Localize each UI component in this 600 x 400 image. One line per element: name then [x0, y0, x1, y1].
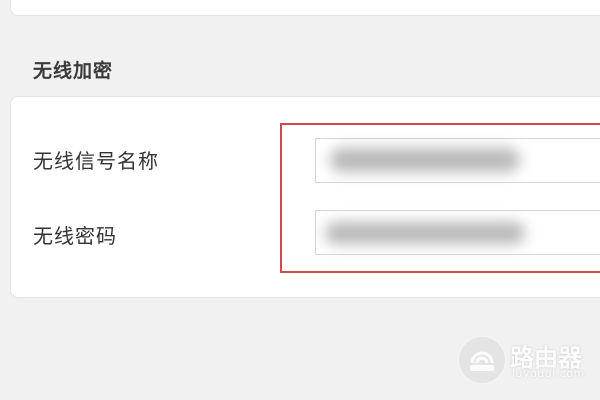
password-label: 无线密码	[33, 224, 117, 248]
watermark-subtext: luyouqi.com	[512, 367, 585, 380]
watermark: 路由器 luyouqi.com	[458, 336, 598, 384]
section-title: 无线加密	[33, 60, 114, 82]
router-logo-icon	[458, 336, 506, 384]
highlight-annotation-box	[280, 123, 600, 273]
previous-settings-card	[10, 0, 600, 16]
ssid-label: 无线信号名称	[33, 149, 159, 173]
